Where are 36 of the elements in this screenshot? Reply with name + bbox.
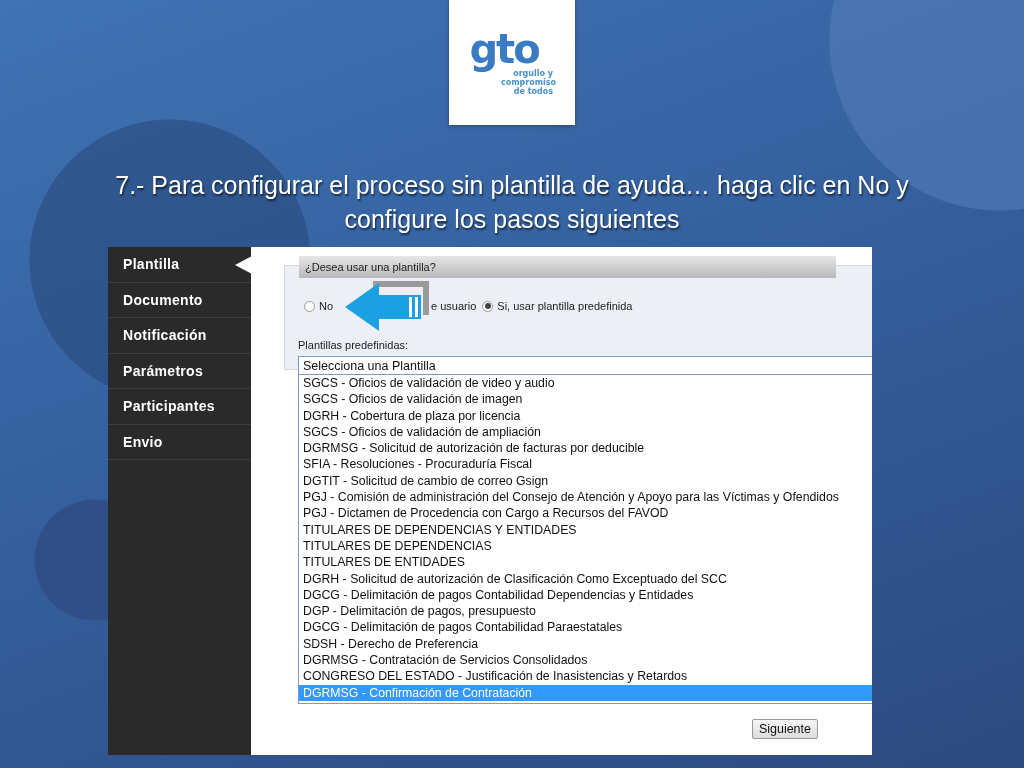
sidebar-item[interactable]: Participantes xyxy=(108,389,251,425)
panel-header: ¿Desea usar una plantilla? xyxy=(299,256,836,278)
list-option[interactable]: SGCS - Oficios de validación de imagen xyxy=(299,391,872,408)
sidebar-item[interactable]: Envio xyxy=(108,424,251,460)
list-option[interactable]: SGCS - Oficios de validación de ampliación xyxy=(299,423,872,441)
list-option[interactable]: DGCG - Delimitación de pagos Contabilidad Paraestatales xyxy=(299,619,872,636)
list-option[interactable]: DGTIT - Solicitud de cambio de correo Gsign xyxy=(299,472,872,490)
list-option[interactable]: DGRH - Solicitud de autorización de Clasificación Como Exceptuado del SCC xyxy=(299,570,872,587)
slide-title: 7.- Para configurar el proceso sin plantilla de ayuda… haga clic en No y configure los pasos siguientes xyxy=(114,170,910,235)
list-option[interactable]: DGRMSG - Contratación de Servicios Consolidados xyxy=(299,652,872,669)
list-option[interactable]: SFIA - Resoluciones - Procuraduría Fiscal xyxy=(299,456,872,473)
radio-label[interactable]: No xyxy=(319,300,334,312)
sidebar-item[interactable]: Documento xyxy=(108,282,251,318)
sidebar-item[interactable]: Parámetros xyxy=(108,353,251,389)
radio-button[interactable] xyxy=(304,300,315,312)
next-button[interactable]: Siguiente xyxy=(751,718,818,739)
sidebar-item[interactable]: Plantilla xyxy=(108,247,251,283)
radio-label: e usuario xyxy=(431,300,477,312)
active-pointer-icon xyxy=(235,256,252,274)
list-option[interactable]: DGP - Delimitación de pagos, presupuesto xyxy=(299,603,872,620)
list-option[interactable]: SGCS - Oficios de validación de video y audio xyxy=(299,375,872,392)
list-option[interactable]: PGJ - Dictamen de Procedencia con Cargo a Recursos del FAVOD xyxy=(299,505,872,522)
list-option[interactable]: DGRH - Cobertura de plaza por licencia xyxy=(299,407,872,424)
radio-button[interactable] xyxy=(482,300,494,312)
template-select[interactable]: Selecciona una Plantilla xyxy=(298,356,872,375)
list-option[interactable]: TITULARES DE ENTIDADES xyxy=(299,554,872,571)
list-option[interactable]: DGCG - Delimitación de pagos Contabilidad Dependencias y Entidades xyxy=(299,586,872,604)
list-option[interactable]: PGJ - Comisión de administración del Consejo de Atención y Apoyo para las Víctimas y Ofendidos xyxy=(299,489,872,506)
list-option[interactable]: TITULARES DE DEPENDENCIAS Y ENTIDADES xyxy=(299,521,872,538)
sidebar-item[interactable]: Notificación xyxy=(108,318,251,354)
list-option[interactable]: DGRMSG - Solicitud de autorización de facturas por deducible xyxy=(299,440,872,457)
radio-label[interactable]: Si, usar plantilla predefinida xyxy=(497,300,633,312)
field-label: Plantillas predefinidas: xyxy=(298,339,409,351)
list-option[interactable]: SDSH - Derecho de Preferencia xyxy=(299,635,872,653)
list-option[interactable]: CONGRESO DEL ESTADO - Justificación de Inasistencias y Retardos xyxy=(299,668,872,685)
list-option[interactable]: TITULARES DE DEPENDENCIAS xyxy=(299,537,872,555)
